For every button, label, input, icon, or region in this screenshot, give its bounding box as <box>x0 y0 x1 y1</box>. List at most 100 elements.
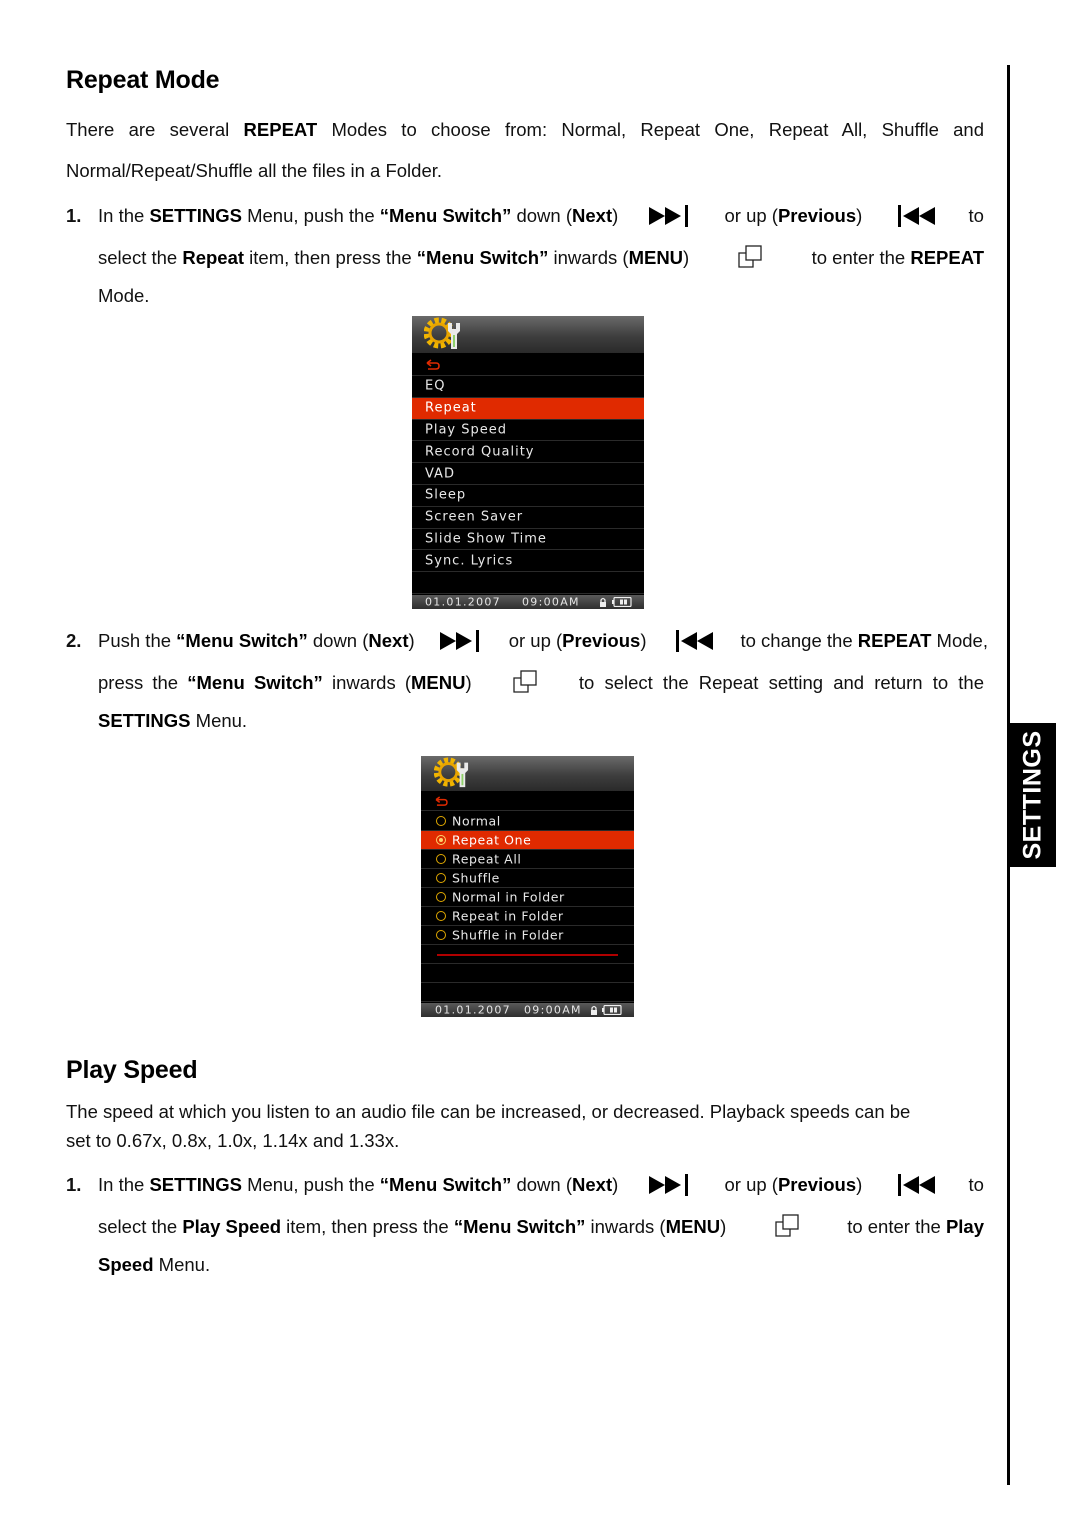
text: down ( <box>307 630 369 651</box>
radio-unselected-icon <box>436 892 446 902</box>
text: ) <box>465 672 472 693</box>
settings-menu-item[interactable]: Sleep <box>412 485 644 507</box>
playspeed-step1-line-2: select the Play Speed item, then press t… <box>98 1214 984 1240</box>
text-group: to enter the Play <box>847 1216 984 1238</box>
text: inwards ( <box>322 672 412 693</box>
repeat-option[interactable]: Normal <box>421 812 634 831</box>
text-group: Push the “Menu Switch” down (Next) <box>98 630 415 652</box>
settings-menu-item[interactable]: VAD <box>412 463 644 485</box>
bold-text: Previous <box>777 1174 857 1195</box>
text: or up ( <box>508 630 563 651</box>
repeat-option[interactable]: Shuffle in Folder <box>421 926 634 945</box>
repeat-option[interactable]: Repeat in Folder <box>421 907 634 926</box>
back-row[interactable] <box>412 354 644 376</box>
screen-header <box>421 756 634 791</box>
text: ) <box>612 1174 619 1195</box>
repeat-option[interactable]: Repeat All <box>421 850 634 869</box>
repeat-option-label: Shuffle <box>452 870 500 886</box>
repeat-option-label: Normal <box>452 813 501 829</box>
menu-item-label: Repeat <box>425 400 477 416</box>
repeat-step2-line-2: press the “Menu Switch” inwards (MENU) t… <box>98 670 984 696</box>
text: Mode, <box>931 630 988 651</box>
repeat-step1-line-2: select the Repeat item, then press the “… <box>98 245 984 271</box>
bold-text: SETTINGS <box>149 1174 242 1195</box>
menu-item-label: EQ <box>425 378 446 394</box>
back-arrow-icon <box>426 359 440 370</box>
step-number: 2. <box>66 630 82 651</box>
settings-menu-item[interactable]: Screen Saver <box>412 507 644 529</box>
text: Menu, push the <box>241 205 380 226</box>
text: to change the <box>740 630 858 651</box>
settings-menu-item[interactable]: Slide Show Time <box>412 529 644 551</box>
repeat-option-label: Shuffle in Folder <box>452 927 564 943</box>
next-track-icon <box>439 630 479 652</box>
menu-item-label: Screen Saver <box>425 509 524 525</box>
bold-text: Speed <box>98 1254 154 1275</box>
repeat-option[interactable]: Repeat One <box>421 831 634 850</box>
text: down ( <box>511 205 572 226</box>
repeat-intro-line-1: There are several REPEAT Modes to choose… <box>66 110 984 150</box>
bold-text: SETTINGS <box>98 710 191 731</box>
settings-menu-item[interactable]: EQ <box>412 376 644 398</box>
previous-track-icon <box>898 1174 936 1196</box>
text: In the <box>98 205 150 226</box>
repeat-step2-line-3: SETTINGS Menu. <box>98 710 247 732</box>
bold-text: Next <box>572 205 613 226</box>
text: ) <box>640 630 647 651</box>
text: to select the Repeat setting and return … <box>578 672 984 693</box>
text-group: or up (Previous) <box>509 630 647 652</box>
settings-gear-wrench-icon <box>424 317 460 349</box>
lock-icon <box>591 1005 597 1015</box>
repeat-intro-line-2: Normal/Repeat/Shuffle all the files in a… <box>66 160 443 181</box>
menu-button-icon <box>513 670 537 693</box>
menu-item-label: Sync. Lyrics <box>425 553 514 569</box>
chapter-tab-label: SETTINGS <box>1018 730 1047 860</box>
bold-text: MENU <box>411 672 466 693</box>
next-track-icon <box>649 1174 689 1196</box>
text-group: select the Repeat item, then press the “… <box>98 247 689 269</box>
back-row[interactable] <box>421 792 634 811</box>
text: to enter the <box>811 247 911 268</box>
menu-item-label: VAD <box>425 466 455 482</box>
status-bar: 01.01.2007 09:00AM <box>412 595 644 609</box>
repeat-option-label: Repeat One <box>452 832 532 848</box>
menu-item-label: Sleep <box>425 487 467 503</box>
settings-menu-item[interactable]: Record Quality <box>412 441 644 464</box>
lock-icon <box>600 597 606 607</box>
text: Menu. <box>190 710 248 731</box>
text: or up ( <box>724 205 778 226</box>
bold-text: Play Speed <box>182 1216 282 1237</box>
repeat-option[interactable]: Normal in Folder <box>421 888 634 907</box>
menu-item-label: Play Speed <box>425 422 507 438</box>
bold-text: Previous <box>562 630 641 651</box>
text: In the <box>98 1174 150 1195</box>
step-number: 1. <box>66 205 82 226</box>
chapter-tab: SETTINGS <box>1010 723 1056 867</box>
bold-text: “Menu Switch” <box>176 630 308 651</box>
text-group: press the “Menu Switch” inwards (MENU) <box>98 672 472 694</box>
text: ) <box>720 1216 727 1237</box>
text: There are several <box>66 119 244 140</box>
settings-menu-item[interactable]: Repeat <box>412 397 644 420</box>
bold-text: REPEAT <box>910 247 984 268</box>
section-title-repeat-mode: Repeat Mode <box>66 66 220 94</box>
playspeed-step1-line-3: Speed Menu. <box>98 1254 210 1276</box>
text: item, then press the <box>244 247 417 268</box>
status-time: 09:00AM <box>524 1003 582 1017</box>
text: ) <box>612 205 619 226</box>
settings-menu-item[interactable]: Sync. Lyrics <box>412 550 644 573</box>
settings-menu-item[interactable]: Play Speed <box>412 420 644 442</box>
status-date: 01.01.2007 <box>435 1003 511 1017</box>
battery-icon <box>612 597 632 607</box>
repeat-step2-line-1: Push the “Menu Switch” down (Next) or up… <box>98 630 988 652</box>
section-title-play-speed: Play Speed <box>66 1056 198 1084</box>
text-group: select the Play Speed item, then press t… <box>98 1216 726 1238</box>
previous-track-icon <box>676 630 714 652</box>
step-number: 1. <box>66 1174 82 1195</box>
bold-text: “Menu Switch” <box>379 205 512 226</box>
repeat-option[interactable]: Shuffle <box>421 869 634 888</box>
menu-button-icon <box>775 1214 799 1237</box>
text: ) <box>856 1174 863 1195</box>
radio-unselected-icon <box>436 911 446 921</box>
status-time: 09:00AM <box>522 595 580 609</box>
